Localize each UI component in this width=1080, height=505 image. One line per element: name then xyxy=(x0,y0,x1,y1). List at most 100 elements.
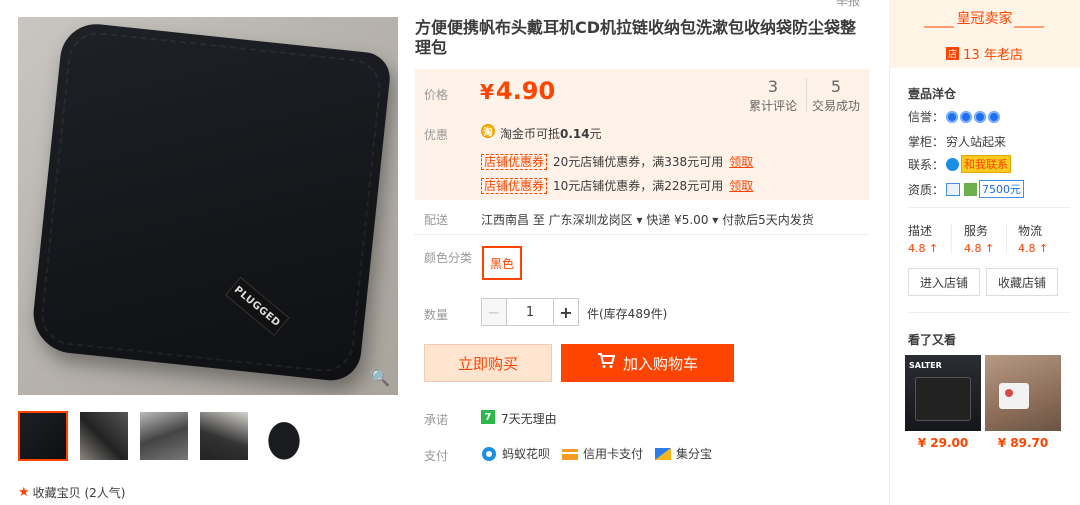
rec-product-shape xyxy=(999,383,1029,409)
currency-symbol: ¥ xyxy=(480,80,494,104)
diamond-icon xyxy=(960,110,973,123)
divider xyxy=(908,312,1070,313)
stat-reviews[interactable]: 3 累计评论 xyxy=(743,77,803,114)
contact-label: 联系： xyxy=(908,157,945,172)
enter-shop-button[interactable]: 进入店铺 xyxy=(908,268,980,296)
score-value: 4.8 ↑ xyxy=(908,242,939,255)
favorite-item[interactable]: ★ 收藏宝贝 (2人气) xyxy=(18,484,125,501)
stat-label: 累计评论 xyxy=(748,99,797,113)
divider xyxy=(415,234,869,235)
shop-age-text: 13 年老店 xyxy=(963,48,1023,63)
quantity-decrease-button[interactable]: − xyxy=(481,298,507,326)
taojinbi-coin-icon: 淘 xyxy=(481,124,495,138)
main-product-image[interactable]: PLUGGED 🔍 xyxy=(18,17,398,395)
keeper-row: 掌柜： 穷人站起来 xyxy=(908,133,1006,150)
color-label: 颜色分类 xyxy=(424,251,473,265)
payment-method-label: 集分宝 xyxy=(676,447,713,461)
shop-icon: 店 xyxy=(946,47,960,60)
thumbnail-5[interactable] xyxy=(259,411,309,461)
payment-method-label: 信用卡支付 xyxy=(583,447,644,461)
deposit-icon xyxy=(964,182,978,196)
score-value: 4.8 ↑ xyxy=(1018,242,1049,255)
color-option-black[interactable]: 黑色 xyxy=(482,246,522,280)
coupon-tag: 店铺优惠券 xyxy=(481,177,548,194)
score-title: 描述 xyxy=(908,224,933,238)
coupon-desc: 20元店铺优惠券，满338元可用 xyxy=(553,155,724,169)
zoom-icon[interactable]: 🔍 xyxy=(370,367,390,387)
thumbnail-4[interactable] xyxy=(199,411,249,461)
favorite-text: 收藏宝贝 (2人气) xyxy=(32,486,126,500)
recommended-item-1[interactable]: SALTER xyxy=(905,355,981,431)
credit-row: 信誉： xyxy=(908,108,1001,125)
diamond-icon xyxy=(974,110,987,123)
rec-brand-label: SALTER xyxy=(909,361,942,370)
shipping-label: 配送 xyxy=(424,213,449,227)
id-card-icon xyxy=(946,182,961,196)
shipping-info[interactable]: 江西南昌 至 广东深圳龙岗区 ▾ 快递 ¥5.00 ▾ 付款后5天内发货 xyxy=(481,211,814,228)
coin-text: 淘金币可抵 xyxy=(500,127,561,141)
payment-credit-card[interactable]: 信用卡支付 xyxy=(562,445,643,462)
coupon-get-link[interactable]: 领取 xyxy=(729,153,753,170)
coin-amount: 0.14 xyxy=(560,127,590,141)
huabei-icon xyxy=(481,446,497,462)
add-to-cart-button[interactable]: 加入购物车 xyxy=(561,344,734,382)
coupon-get-link[interactable]: 领取 xyxy=(729,177,753,194)
see-also-title: 看了又看 xyxy=(908,333,957,347)
coin-offer-text: 淘金币可抵0.14元 xyxy=(500,125,602,142)
stat-transactions[interactable]: 5 交易成功 xyxy=(806,77,866,114)
divider xyxy=(1006,224,1007,254)
credit-label: 信誉： xyxy=(908,110,945,124)
jifenbao-icon xyxy=(655,446,671,462)
coin-unit: 元 xyxy=(589,127,602,141)
wangwang-icon xyxy=(946,157,960,171)
report-link[interactable]: 举报 xyxy=(836,0,860,9)
crown-seller-title: 皇冠卖家 xyxy=(956,11,1013,27)
promo-label: 优惠 xyxy=(424,128,449,142)
score-value: 4.8 ↑ xyxy=(964,242,995,255)
score-service: 服务 4.8 ↑ xyxy=(964,222,994,255)
stat-number: 5 xyxy=(830,77,842,96)
keeper-value[interactable]: 穷人站起来 xyxy=(946,133,1006,150)
thumbnail-3[interactable] xyxy=(139,411,189,461)
payment-label: 支付 xyxy=(424,449,449,463)
thumbnail-1[interactable] xyxy=(18,411,68,461)
favorite-shop-button[interactable]: 收藏店铺 xyxy=(986,268,1058,296)
stock-text: 件(库存489件) xyxy=(587,307,668,321)
coupon-tag: 店铺优惠券 xyxy=(481,153,548,170)
diamond-icon xyxy=(946,110,959,123)
stat-label: 交易成功 xyxy=(811,99,860,113)
recommended-item-2[interactable] xyxy=(985,355,1061,431)
price-value: ¥4.90 xyxy=(480,77,555,105)
credit-card-icon xyxy=(562,446,578,462)
keeper-label: 掌柜： xyxy=(908,135,945,149)
divider xyxy=(908,207,1070,208)
seven-day-return-icon: 7 xyxy=(481,410,495,424)
cart-icon xyxy=(597,353,616,373)
shop-age: 店 13 年老店 xyxy=(889,44,1080,63)
rec-price: ¥ 89.70 xyxy=(997,436,1049,450)
payment-method-label: 蚂蚁花呗 xyxy=(502,447,551,461)
promise-text[interactable]: 7天无理由 xyxy=(501,410,557,427)
quantity-increase-button[interactable]: + xyxy=(553,298,579,326)
deposit-value[interactable]: 7500元 xyxy=(979,180,1025,198)
coupon-row: 店铺优惠券 10元店铺优惠券，满228元可用 领取 xyxy=(481,177,753,194)
contact-row: 联系： 和我联系 xyxy=(908,155,1012,173)
promise-label: 承诺 xyxy=(424,413,449,427)
contact-button[interactable]: 和我联系 xyxy=(961,155,1012,173)
divider xyxy=(951,224,952,254)
product-bag-image: PLUGGED xyxy=(29,20,393,384)
payment-jifenbao[interactable]: 集分宝 xyxy=(655,445,712,462)
product-brand-tag: PLUGGED xyxy=(225,276,290,337)
thumbnail-2[interactable] xyxy=(79,411,129,461)
score-title: 物流 xyxy=(1018,224,1043,238)
qualification-row: 资质： 7500元 xyxy=(908,180,1025,198)
shop-name[interactable]: 壹品洋仓 xyxy=(908,85,956,102)
star-icon: ★ xyxy=(18,485,30,500)
quantity-input[interactable] xyxy=(507,298,553,326)
rec-price: ¥ 29.00 xyxy=(917,436,969,450)
stat-number: 3 xyxy=(767,77,779,96)
buy-now-button[interactable]: 立即购买 xyxy=(424,344,552,382)
rec-product-accent xyxy=(1005,389,1013,397)
payment-huabei[interactable]: 蚂蚁花呗 xyxy=(481,445,550,462)
score-title: 服务 xyxy=(964,224,989,238)
